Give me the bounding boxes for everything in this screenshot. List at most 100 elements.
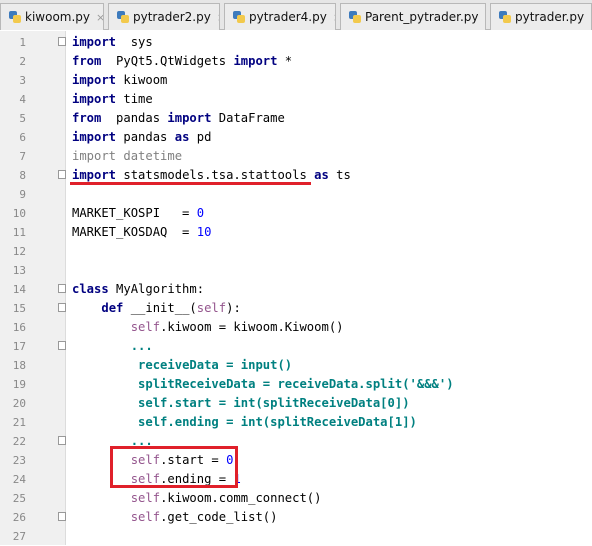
- code-editor[interactable]: 1 import sys 2 from PyQt5.QtWidgets import …: [0, 31, 592, 545]
- line-number: 18: [12, 359, 26, 372]
- tab-pytrader[interactable]: pytrader.py ×: [490, 3, 592, 30]
- code-line[interactable]: 21 self.ending = int(splitReceiveData[1]…: [0, 413, 592, 432]
- line-number: 19: [12, 378, 26, 391]
- close-icon[interactable]: ×: [333, 11, 335, 24]
- close-icon[interactable]: ×: [96, 11, 103, 24]
- code-token: import: [72, 92, 117, 106]
- code-line[interactable]: 26 self.get_code_list(): [0, 508, 592, 527]
- close-icon[interactable]: ×: [485, 11, 486, 24]
- code-token: .kiwoom = kiwoom.Kiwoom(): [160, 320, 344, 334]
- line-number: 20: [12, 397, 26, 410]
- fold-marker-icon[interactable]: [58, 284, 66, 293]
- code-token: PyQt5.QtWidgets: [101, 54, 234, 68]
- code-line[interactable]: 22 ...: [0, 432, 592, 451]
- code-token: MARKET_KOSDAQ =: [72, 225, 197, 239]
- code-line[interactable]: 19 splitReceiveData = receiveData.split(…: [0, 375, 592, 394]
- code-token: class: [72, 282, 109, 296]
- code-token: pandas: [116, 130, 175, 144]
- line-number: 5: [19, 112, 26, 125]
- code-line[interactable]: 25 self.kiwoom.comm_connect(): [0, 489, 592, 508]
- code-line[interactable]: 14 class MyAlgorithm:: [0, 280, 592, 299]
- code-token: import: [72, 130, 117, 144]
- code-line[interactable]: 9: [0, 185, 592, 204]
- code-text: from PyQt5.QtWidgets import *: [72, 52, 292, 71]
- python-file-icon: [233, 11, 245, 23]
- code-token: as: [174, 130, 190, 144]
- code-line[interactable]: 13: [0, 261, 592, 280]
- tab-parent-pytrader[interactable]: Parent_pytrader.py ×: [340, 3, 486, 30]
- code-token: time: [116, 92, 153, 106]
- code-line[interactable]: 11 MARKET_KOSDAQ = 10: [0, 223, 592, 242]
- code-line[interactable]: 17 ...: [0, 337, 592, 356]
- code-text: class MyAlgorithm:: [72, 280, 204, 299]
- code-line[interactable]: 2 from PyQt5.QtWidgets import *: [0, 52, 592, 71]
- code-line[interactable]: 27: [0, 527, 592, 546]
- code-token: pd: [189, 130, 212, 144]
- highlight-box: [110, 446, 238, 488]
- code-text: ...: [72, 337, 153, 356]
- code-line[interactable]: 4 import time: [0, 90, 592, 109]
- line-number: 6: [19, 131, 26, 144]
- fold-marker-icon[interactable]: [58, 37, 66, 46]
- tab-label: pytrader2.py: [133, 10, 211, 24]
- editor-tab-bar: kiwoom.py × pytrader2.py × pytrader4.py …: [0, 0, 592, 30]
- code-line[interactable]: 12: [0, 242, 592, 261]
- code-token: import: [72, 35, 117, 49]
- code-line[interactable]: 20 self.start = int(splitReceiveData[0]): [0, 394, 592, 413]
- line-number: 7: [19, 150, 26, 163]
- code-token: kiwoom: [116, 73, 168, 87]
- fold-marker-icon[interactable]: [58, 303, 66, 312]
- tab-label: pytrader.py: [515, 10, 585, 24]
- code-token: .kiwoom.comm_connect(): [160, 491, 322, 505]
- code-token: 10: [196, 225, 212, 239]
- code-text: import sys: [72, 33, 153, 52]
- code-token: MyAlgorithm:: [108, 282, 205, 296]
- code-line[interactable]: 5 from pandas import DataFrame: [0, 109, 592, 128]
- code-text: MARKET_KOSDAQ = 10: [72, 223, 211, 242]
- line-number: 17: [12, 340, 26, 353]
- code-token: self: [130, 510, 161, 524]
- code-token: def: [101, 301, 124, 315]
- code-line[interactable]: 6 import pandas as pd: [0, 128, 592, 147]
- code-text: self.start = int(splitReceiveData[0]): [72, 394, 410, 413]
- python-file-icon: [349, 11, 361, 23]
- fold-marker-icon[interactable]: [58, 341, 66, 350]
- code-token: 0: [196, 206, 205, 220]
- line-number: 25: [12, 492, 26, 505]
- code-line[interactable]: 7 import datetime: [0, 147, 592, 166]
- line-number: 9: [19, 188, 26, 201]
- code-line[interactable]: 3 import kiwoom: [0, 71, 592, 90]
- tab-pytrader2[interactable]: pytrader2.py ×: [108, 3, 220, 30]
- code-token: self.ending = int(splitReceiveData[1]): [138, 415, 417, 429]
- fold-marker-icon[interactable]: [58, 436, 66, 445]
- code-token: .get_code_list(): [160, 510, 278, 524]
- line-number: 1: [19, 36, 26, 49]
- fold-marker-icon[interactable]: [58, 170, 66, 179]
- code-line[interactable]: 18 receiveData = input(): [0, 356, 592, 375]
- code-line[interactable]: 1 import sys: [0, 33, 592, 52]
- code-text: MARKET_KOSPI = 0: [72, 204, 204, 223]
- line-number: 26: [12, 511, 26, 524]
- code-token: DataFrame: [211, 111, 285, 125]
- tab-kiwoom[interactable]: kiwoom.py ×: [0, 3, 104, 30]
- code-token: from: [72, 111, 102, 125]
- tab-pytrader4[interactable]: pytrader4.py ×: [224, 3, 336, 30]
- code-line[interactable]: 16 self.kiwoom = kiwoom.Kiwoom(): [0, 318, 592, 337]
- code-line[interactable]: 15 def __init__(self):: [0, 299, 592, 318]
- code-text: import kiwoom: [72, 71, 167, 90]
- code-token: import datetime: [72, 149, 183, 163]
- code-line[interactable]: 10 MARKET_KOSPI = 0: [0, 204, 592, 223]
- fold-marker-icon[interactable]: [58, 512, 66, 521]
- code-token: import: [233, 54, 278, 68]
- code-line[interactable]: 24 self.ending = 1: [0, 470, 592, 489]
- close-icon[interactable]: ×: [217, 11, 219, 24]
- line-number: 23: [12, 454, 26, 467]
- code-token: self: [130, 320, 161, 334]
- code-text: splitReceiveData = receiveData.split('&&…: [72, 375, 454, 394]
- code-line[interactable]: 23 self.start = 0: [0, 451, 592, 470]
- code-token: pandas: [101, 111, 168, 125]
